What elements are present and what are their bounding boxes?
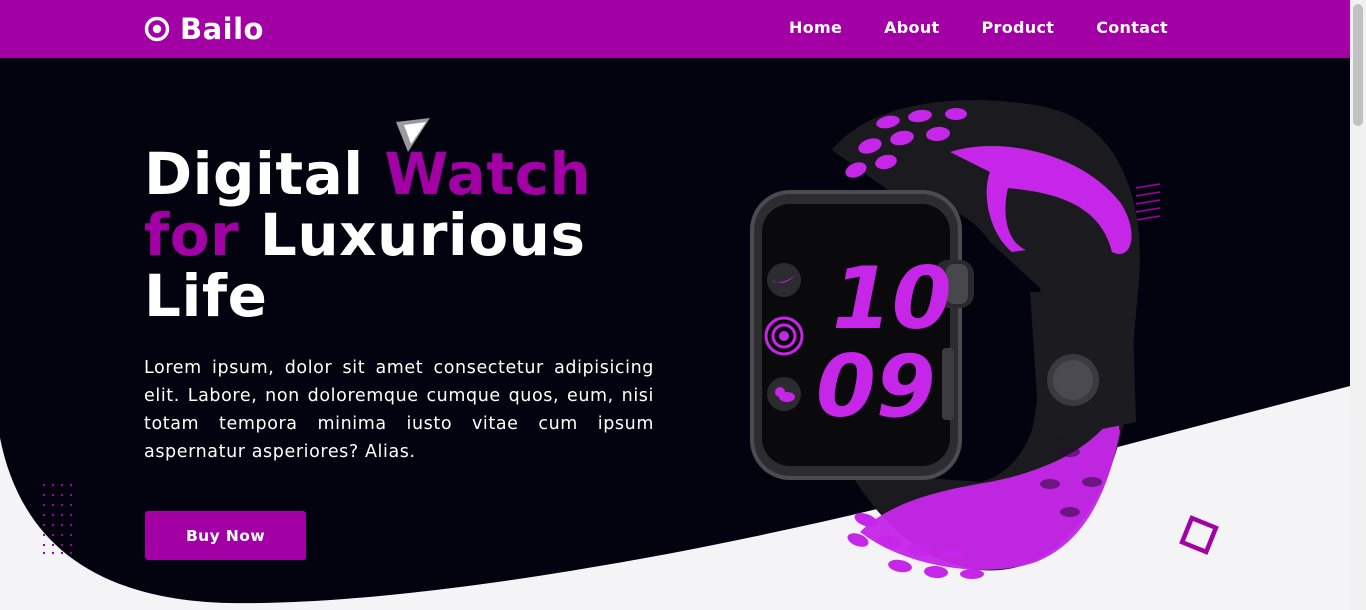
buy-now-button[interactable]: Buy Now (145, 511, 306, 560)
nav-link-home[interactable]: Home (789, 18, 842, 37)
nav-link-about[interactable]: About (884, 18, 939, 37)
nav-link-contact[interactable]: Contact (1096, 18, 1168, 37)
hero-title: Digital Watch for Luxurious Life (144, 144, 664, 327)
nav-link-product[interactable]: Product (982, 18, 1055, 37)
hero-title-part3: Life (144, 262, 268, 330)
smartwatch-image: 10 09 (750, 100, 1161, 579)
watch-hour: 10 (832, 249, 952, 349)
target-icon (144, 16, 170, 42)
navbar: Bailo Home About Product Contact (0, 0, 1350, 58)
watch-minute: 09 (816, 337, 936, 437)
nav-menu: Home About Product Contact (789, 18, 1168, 37)
hero-title-accent-watch: Watch (384, 140, 592, 208)
scrollbar-thumb[interactable] (1353, 4, 1363, 126)
brand-logo[interactable]: Bailo (144, 12, 264, 46)
hero-title-accent-for: for (144, 201, 240, 269)
hero-title-part2: Luxurious (239, 201, 586, 269)
hero-description: Lorem ipsum, dolor sit amet consectetur … (144, 358, 654, 462)
brand-name: Bailo (180, 12, 264, 46)
page-scrollbar[interactable] (1350, 0, 1366, 610)
dot-grid-decoration (43, 484, 72, 554)
hero-title-part1: Digital (144, 140, 385, 208)
square-outline-decoration (1179, 515, 1219, 555)
